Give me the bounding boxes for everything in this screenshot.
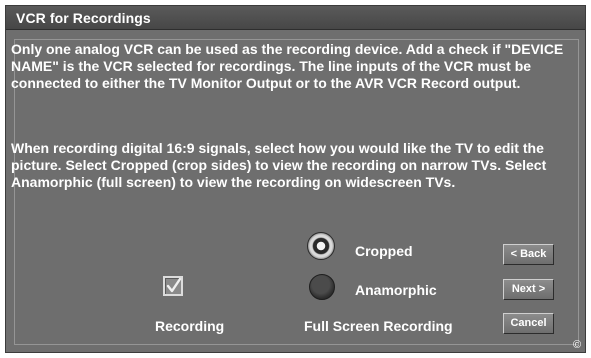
copyright-mark: © (573, 339, 582, 351)
instructions-paragraph-2: When recording digital 16:9 signals, sel… (11, 140, 547, 190)
checkmark-icon (166, 278, 182, 293)
radio-anamorphic-label[interactable]: Anamorphic (355, 282, 437, 298)
full-screen-recording-label: Full Screen Recording (304, 318, 453, 334)
radio-cropped-label[interactable]: Cropped (355, 243, 413, 259)
instructions-paragraph-1: Only one analog VCR can be used as the r… (11, 41, 564, 91)
radio-anamorphic[interactable] (309, 274, 335, 300)
next-button[interactable]: Next > (503, 279, 554, 300)
title-bar: VCR for Recordings (6, 6, 585, 30)
radio-cropped[interactable] (307, 232, 335, 260)
cancel-button[interactable]: Cancel (503, 313, 554, 334)
window-title: VCR for Recordings (16, 10, 151, 26)
back-button[interactable]: < Back (503, 244, 554, 265)
recording-checkbox[interactable] (163, 276, 183, 296)
recording-label: Recording (155, 318, 225, 334)
top-strip (0, 0, 591, 4)
